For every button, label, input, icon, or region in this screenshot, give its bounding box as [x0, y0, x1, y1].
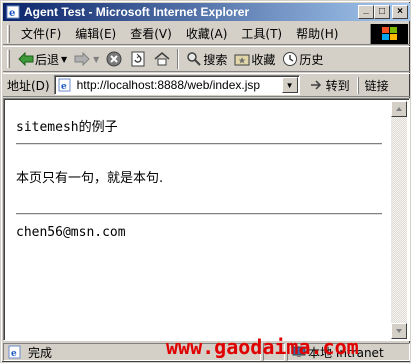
scroll-down-button[interactable]: [391, 323, 407, 339]
history-icon: [281, 50, 299, 68]
menu-tools[interactable]: 工具(T): [234, 25, 289, 43]
menu-favorites[interactable]: 收藏(A): [179, 25, 235, 43]
maximize-icon: □: [378, 6, 386, 17]
footer-divider: [16, 213, 382, 215]
favorites-button[interactable]: 收藏: [230, 48, 278, 70]
windows-logo-icon: [370, 24, 408, 44]
browser-window: e Agent Test - Microsoft Internet Explor…: [0, 0, 411, 363]
menu-help[interactable]: 帮助(H): [289, 25, 345, 43]
close-button[interactable]: ×: [392, 5, 408, 19]
header-divider: [16, 143, 382, 145]
intranet-zone-icon: [290, 343, 308, 361]
back-arrow-icon: [17, 50, 35, 68]
favorites-label: 收藏: [251, 52, 276, 67]
refresh-button[interactable]: [126, 48, 150, 70]
page-icon: e: [57, 77, 73, 93]
menu-view[interactable]: 查看(V): [123, 25, 179, 43]
links-button[interactable]: 链接: [357, 76, 389, 94]
scroll-down-icon: [396, 329, 402, 333]
search-button[interactable]: 搜索: [182, 48, 230, 70]
go-arrow-icon: [308, 76, 326, 94]
maximize-button[interactable]: □: [374, 5, 390, 19]
search-icon: [185, 50, 203, 68]
stop-icon: [105, 50, 123, 68]
back-dropdown-icon[interactable]: ▼: [61, 55, 67, 64]
status-text: 完成: [28, 345, 53, 360]
favorites-folder-icon: [233, 50, 251, 68]
address-field[interactable]: e ▼: [53, 75, 300, 95]
address-bar: 地址(D) e ▼ 转到 链接: [3, 73, 410, 97]
svg-text:e: e: [61, 82, 67, 92]
toolbar-grip[interactable]: [7, 50, 10, 68]
address-input[interactable]: [76, 78, 277, 92]
search-label: 搜索: [203, 52, 228, 67]
history-label: 历史: [299, 52, 324, 67]
menu-bar: 文件(F) 编辑(E) 查看(V) 收藏(A) 工具(T) 帮助(H): [3, 23, 410, 45]
window-title: Agent Test - Microsoft Internet Explorer: [24, 5, 250, 19]
address-label: 地址(D): [7, 78, 50, 93]
stop-button[interactable]: [102, 48, 126, 70]
forward-arrow-icon: [73, 50, 91, 68]
status-panel-security: [263, 343, 285, 361]
go-label: 转到: [325, 78, 350, 93]
toolbar-separator: [177, 49, 180, 69]
go-button[interactable]: 转到: [308, 76, 350, 94]
history-button[interactable]: 历史: [278, 48, 326, 70]
address-dropdown-button[interactable]: ▼: [281, 77, 298, 93]
forward-dropdown-icon[interactable]: ▼: [93, 55, 99, 64]
menu-file[interactable]: 文件(F): [14, 25, 68, 43]
minimize-icon: _: [363, 4, 369, 15]
scroll-up-button[interactable]: [391, 101, 407, 117]
zone-panel: 本地 Intranet: [287, 343, 410, 361]
minimize-button[interactable]: _: [358, 5, 374, 19]
status-panel: e 完成: [3, 343, 261, 361]
scrollbar-track[interactable]: [391, 117, 407, 323]
chevron-down-icon: ▼: [285, 80, 294, 90]
svg-text:e: e: [11, 349, 17, 359]
ie-page-icon: e: [5, 4, 21, 20]
zone-label: 本地 Intranet: [308, 345, 384, 360]
title-bar[interactable]: e Agent Test - Microsoft Internet Explor…: [3, 3, 410, 21]
back-label: 后退: [35, 52, 60, 67]
page-body-text: 本页只有一句，就是本句.: [16, 171, 164, 186]
page-footer-email: chen56@msn.com: [16, 225, 126, 240]
menu-edit[interactable]: 编辑(E): [68, 25, 123, 43]
forward-button[interactable]: ▼: [70, 48, 102, 70]
done-page-icon: e: [6, 343, 24, 361]
status-bar: e 完成 本地 Intranet: [3, 342, 410, 362]
svg-text:e: e: [9, 8, 15, 19]
scroll-up-icon: [396, 107, 402, 111]
refresh-icon: [129, 50, 147, 68]
web-page: sitemesh的例子 本页只有一句，就是本句. chen56@msn.com: [6, 101, 390, 339]
standard-toolbar: 后退 ▼ ▼ 搜索 收藏 历史: [3, 46, 410, 72]
content-frame: sitemesh的例子 本页只有一句，就是本句. chen56@msn.com: [3, 98, 410, 341]
vertical-scrollbar[interactable]: [391, 101, 407, 339]
page-heading: sitemesh的例子: [16, 120, 118, 135]
menubar-grip[interactable]: [7, 24, 10, 43]
back-button[interactable]: 后退 ▼: [14, 48, 70, 70]
close-icon: ×: [397, 6, 403, 17]
home-icon: [153, 50, 171, 68]
home-button[interactable]: [150, 48, 174, 70]
